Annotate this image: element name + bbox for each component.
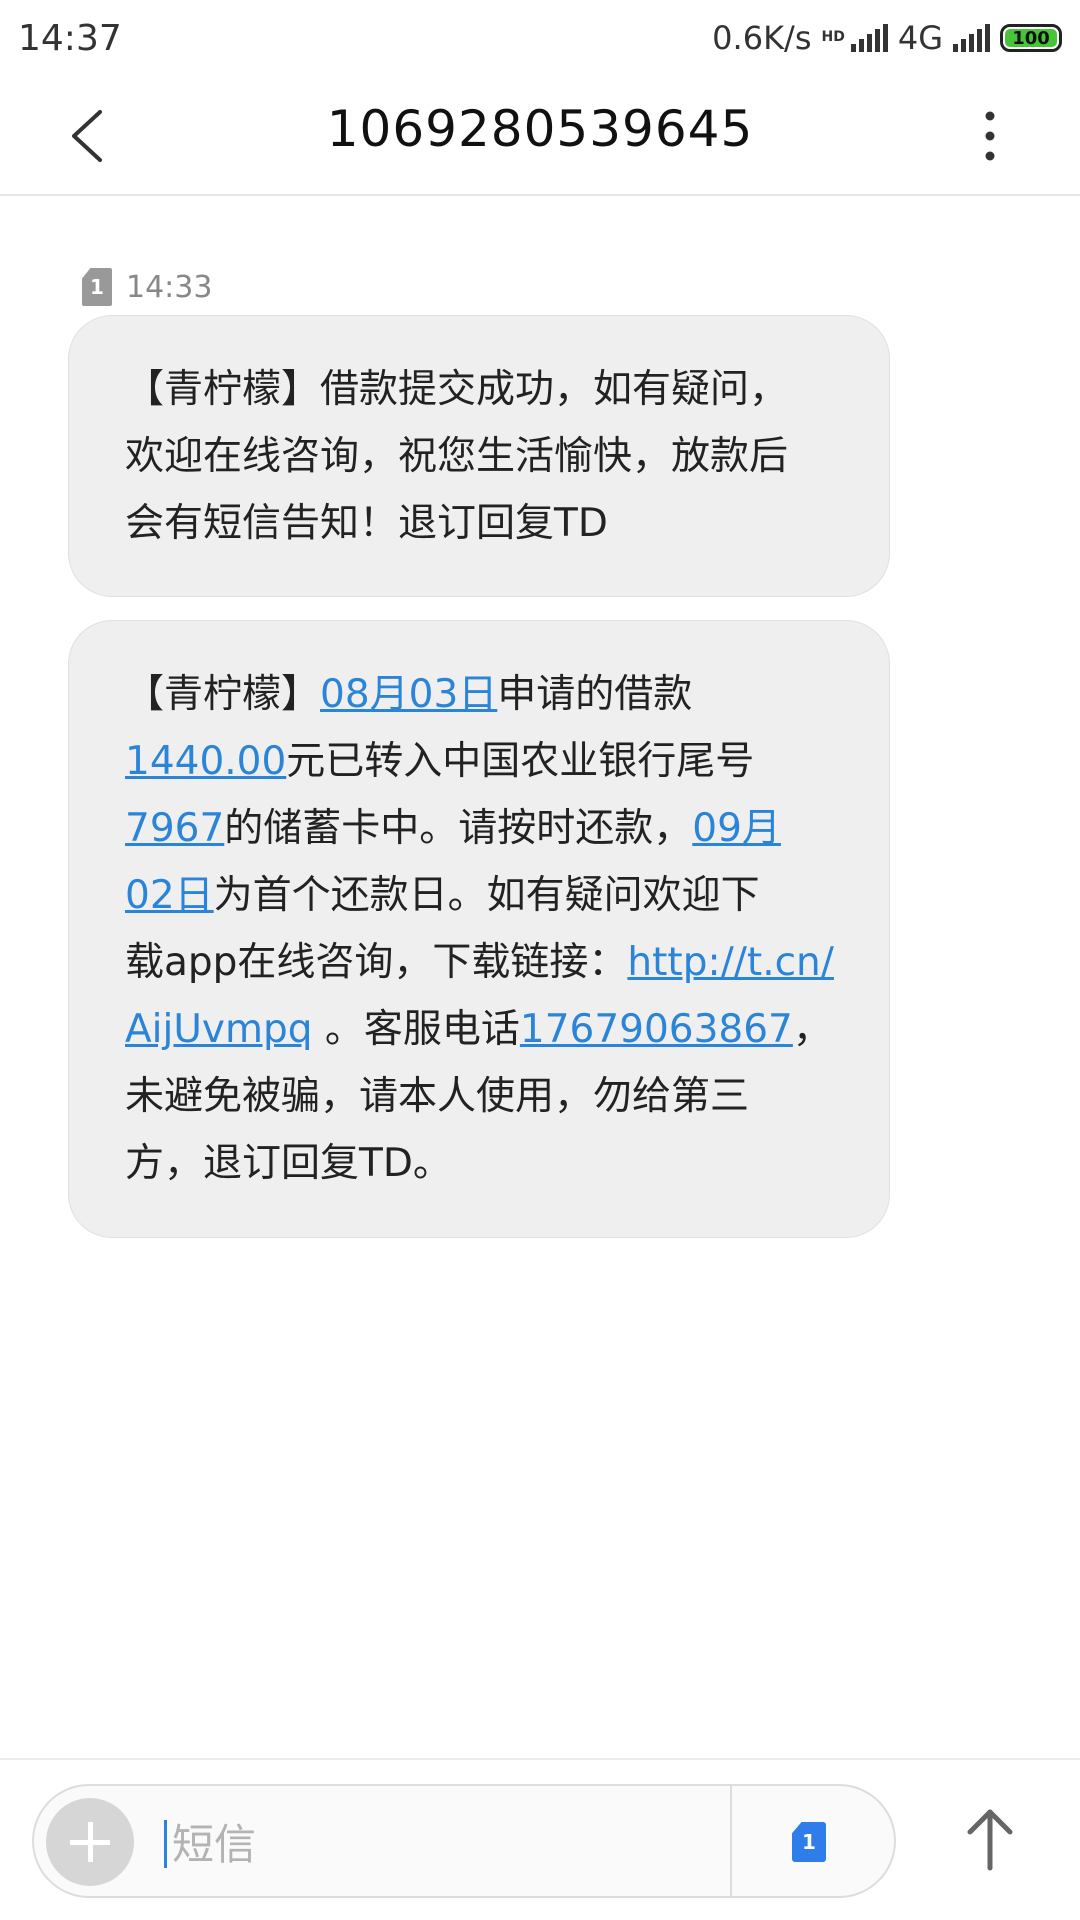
send-button[interactable] [950, 1800, 1030, 1880]
message-text: 申请的借款 [497, 672, 693, 717]
contact-number: 1069280539645 [326, 100, 754, 158]
sms-input[interactable] [170, 1806, 734, 1882]
sim-select-button[interactable]: 1 [792, 1822, 826, 1862]
message-meta: 1 14:33 [82, 268, 212, 306]
more-vertical-icon [985, 111, 995, 161]
phone-link[interactable]: 17679063867 [520, 1007, 793, 1052]
message-line: AijUvmpq 。客服电话17679063867， [125, 996, 833, 1063]
message-line: 欢迎在线咨询，祝您生活愉快，放款后 [125, 434, 789, 479]
conversation-header: 1069280539645 [0, 76, 1080, 196]
status-indicators: 0.6K/s HD 4G 100 [712, 19, 1062, 57]
message-bubble[interactable]: 【青柠檬】08月03日申请的借款 1440.00元已转入中国农业银行尾号 796… [68, 620, 890, 1238]
status-time: 14:37 [18, 17, 122, 59]
hd-label: HD [821, 29, 845, 45]
message-line: 02日为首个还款日。如有疑问欢迎下 [125, 862, 833, 929]
message-line: 【青柠檬】借款提交成功，如有疑问， [125, 367, 789, 412]
due-date-link[interactable]: 02日 [125, 873, 214, 918]
signal-icon-secondary [953, 24, 990, 52]
url-link[interactable]: http://t.cn/ [627, 940, 833, 985]
battery-level: 100 [1012, 27, 1050, 49]
composer-bar: 1 [0, 1758, 1080, 1920]
message-text: 载app在线咨询，下载链接： [125, 940, 628, 985]
signal-icon [850, 24, 888, 52]
message-line: 7967的储蓄卡中。请按时还款，09月 [125, 795, 833, 862]
message-text: 为首个还款日。如有疑问欢迎下 [213, 873, 760, 918]
message-line: 1440.00元已转入中国农业银行尾号 [125, 728, 833, 795]
message-text: ， [792, 1007, 832, 1052]
net-speed: 0.6K/s [712, 19, 812, 57]
card-number-link[interactable]: 7967 [125, 806, 224, 851]
message-text: 未避免被骗，请本人使用，勿给第三 [125, 1074, 750, 1119]
message-line: 方，退订回复TD。 [125, 1130, 833, 1197]
url-link[interactable]: AijUvmpq [125, 1007, 312, 1052]
network-type: 4G [897, 19, 943, 57]
battery-icon: 100 [1000, 24, 1062, 52]
message-line: 未避免被骗，请本人使用，勿给第三 [125, 1063, 833, 1130]
due-date-link[interactable]: 09月 [692, 806, 781, 851]
message-line: 会有短信告知！退订回复TD [125, 501, 608, 546]
message-line: 载app在线咨询，下载链接：http://t.cn/ [125, 929, 834, 996]
status-bar: 14:37 0.6K/s HD 4G 100 [0, 0, 1080, 76]
message-time: 14:33 [126, 269, 213, 305]
message-text: 方，退订回复TD。 [125, 1141, 452, 1186]
arrow-up-icon [967, 1809, 1013, 1871]
message-text: 【青柠檬】 [125, 672, 321, 717]
message-text: 元已转入中国农业银行尾号 [286, 739, 755, 784]
compose-box: 1 [32, 1784, 896, 1898]
add-attachment-button[interactable] [46, 1798, 134, 1886]
amount-link[interactable]: 1440.00 [125, 739, 286, 784]
message-bubble[interactable]: 【青柠檬】借款提交成功，如有疑问， 欢迎在线咨询，祝您生活愉快，放款后 会有短信… [68, 315, 890, 597]
compose-divider [730, 1786, 732, 1896]
message-text: 。客服电话 [312, 1007, 520, 1052]
more-options-button[interactable] [965, 102, 1015, 170]
date-link[interactable]: 08月03日 [320, 672, 497, 717]
message-line: 【青柠檬】08月03日申请的借款 [125, 661, 833, 728]
message-text: 的储蓄卡中。请按时还款， [224, 806, 693, 851]
text-cursor [164, 1820, 167, 1868]
sim-card-icon: 1 [82, 268, 112, 306]
